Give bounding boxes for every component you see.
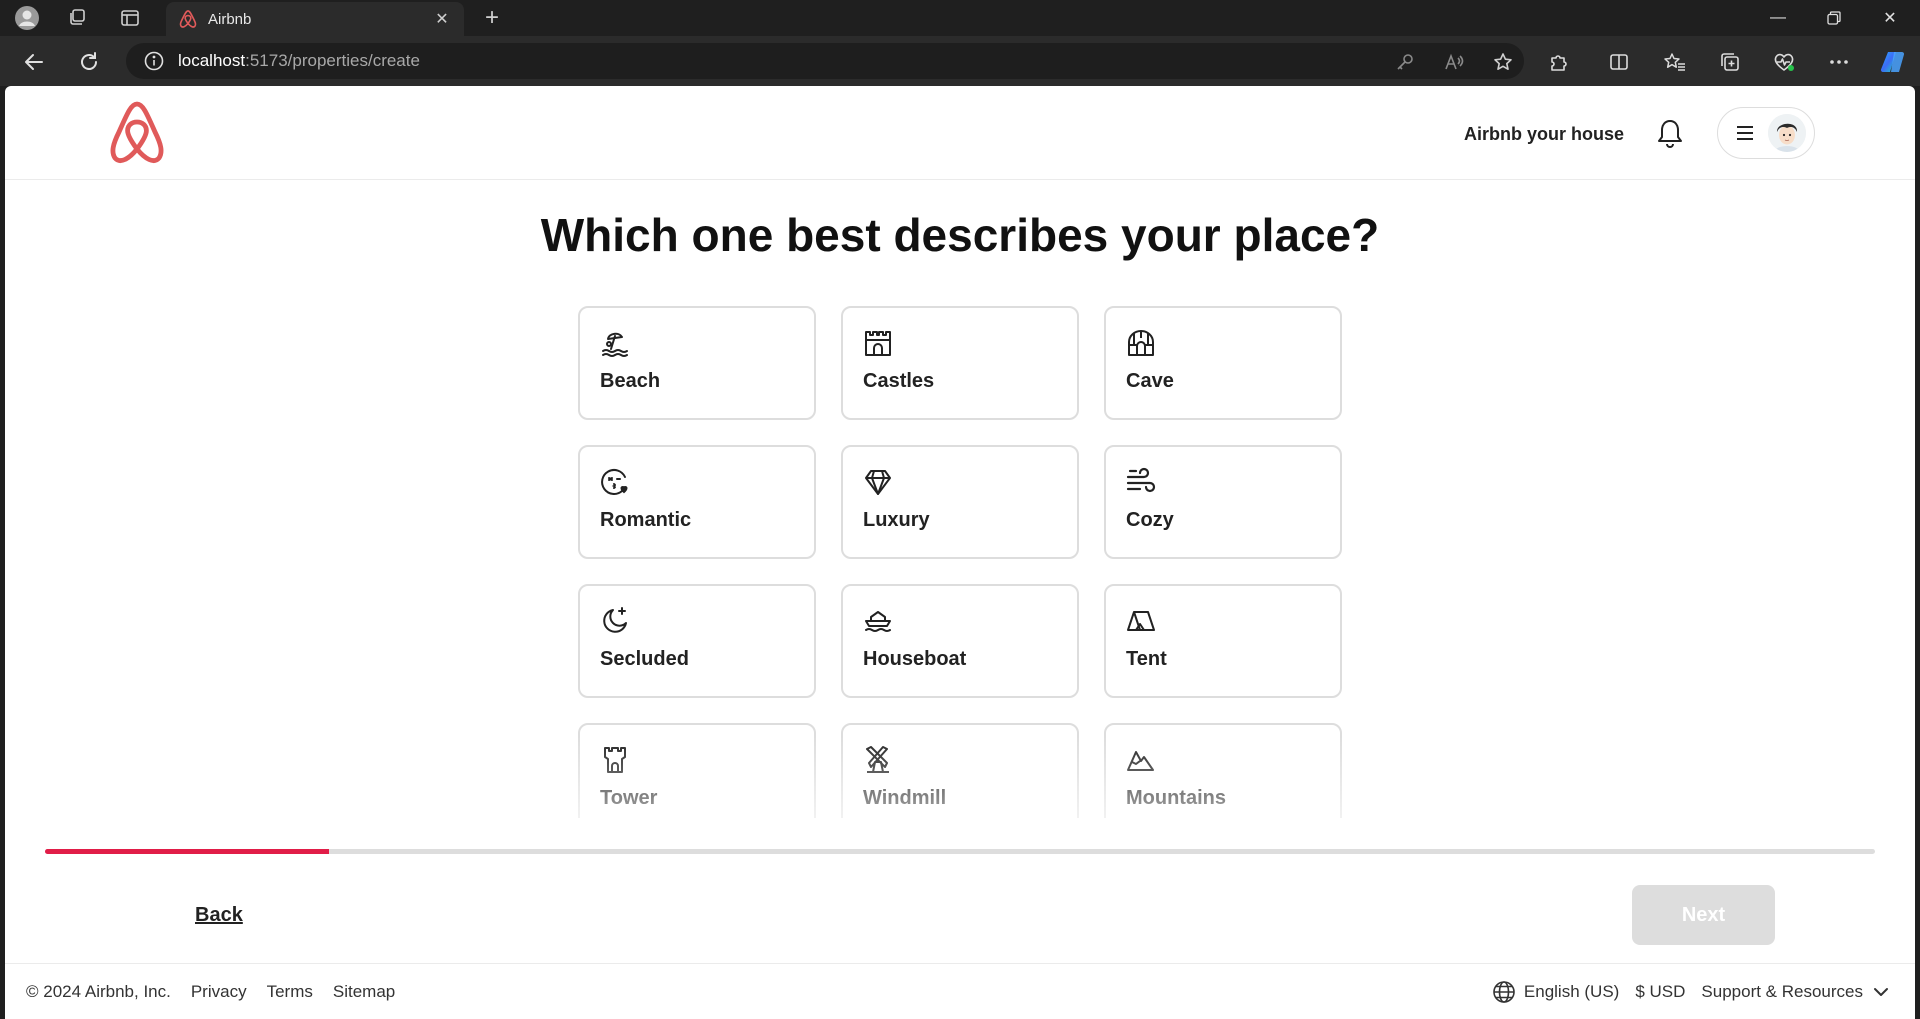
tower-icon (604, 747, 626, 773)
workspaces-icon[interactable] (62, 4, 92, 32)
wind-icon (1126, 467, 1156, 493)
browser-toolbar: localhost:5173/properties/create (0, 36, 1920, 86)
category-label: Cave (1126, 370, 1174, 392)
category-label: Beach (600, 370, 661, 392)
site-header: Airbnb your house (5, 86, 1915, 180)
tab-actions-icon[interactable] (115, 4, 145, 32)
category-label: Castles (863, 370, 935, 392)
footer-link-terms[interactable]: Terms (267, 982, 313, 1002)
password-key-icon[interactable] (1392, 49, 1418, 75)
favorites-icon[interactable] (1659, 46, 1691, 78)
category-card-tent[interactable]: Tent (1104, 584, 1342, 698)
copilot-icon[interactable] (1877, 46, 1909, 78)
copyright-text: © 2024 Airbnb, Inc. (26, 981, 171, 1001)
url-path: :5173/properties/create (245, 51, 420, 70)
tab-title: Airbnb (208, 10, 252, 28)
castle-icon (865, 331, 891, 356)
profile-icon[interactable] (12, 4, 42, 32)
split-screen-icon[interactable] (1603, 46, 1635, 78)
progress-bar (45, 849, 1875, 854)
browser-essentials-icon[interactable] (1768, 46, 1800, 78)
read-aloud-icon[interactable] (1441, 49, 1467, 75)
collections-icon[interactable] (1714, 46, 1746, 78)
close-tab-icon[interactable]: ✕ (432, 9, 452, 29)
browser-tab-bar: Airbnb ✕ + — ✕ (0, 0, 1920, 36)
category-card-secluded[interactable]: Secluded (578, 584, 816, 698)
category-card-tower[interactable]: Tower (578, 723, 816, 818)
favorite-star-icon[interactable] (1490, 49, 1516, 75)
mountains-icon (1127, 751, 1154, 771)
category-card-romantic[interactable]: Romantic (578, 445, 816, 559)
category-grid-viewport[interactable]: Beach Castles Cave Romantic Luxury Cozy (578, 306, 1344, 818)
more-options-icon[interactable] (1823, 46, 1855, 78)
extensions-icon[interactable] (1543, 46, 1575, 78)
footer-link-privacy[interactable]: Privacy (191, 982, 247, 1002)
category-card-luxury[interactable]: Luxury (841, 445, 1079, 559)
diamond-icon (865, 470, 891, 495)
new-tab-button[interactable]: + (478, 4, 506, 32)
chevron-down-icon (1874, 987, 1888, 996)
notification-bell-icon[interactable] (1656, 118, 1684, 153)
moon-icon (603, 607, 627, 633)
category-label: Luxury (863, 509, 930, 531)
url-host: localhost (178, 51, 246, 70)
category-grid: Beach Castles Cave Romantic Luxury Cozy (578, 306, 1342, 818)
support-label: Support & Resources (1701, 981, 1863, 1001)
progress-bar-fill (45, 849, 329, 854)
support-resources-dropdown[interactable]: Support & Resources (1701, 982, 1889, 1002)
restore-window-icon[interactable] (1806, 2, 1862, 34)
category-label: Mountains (1126, 787, 1226, 809)
back-link[interactable]: Back (195, 904, 243, 927)
airbnb-favicon-icon (179, 10, 197, 28)
minimize-window-icon[interactable]: — (1750, 2, 1806, 34)
avatar (1768, 114, 1806, 152)
page-title: Which one best describes your place? (540, 209, 1380, 261)
category-card-windmill[interactable]: Windmill (841, 723, 1079, 818)
category-card-castles[interactable]: Castles (841, 306, 1079, 420)
cave-icon (1128, 330, 1154, 356)
category-card-mountains[interactable]: Mountains (1104, 723, 1342, 818)
language-selector[interactable]: English (US) (1492, 980, 1619, 1004)
airbnb-logo-icon[interactable] (105, 100, 169, 171)
next-button[interactable]: Next (1632, 885, 1775, 945)
category-label: Tower (600, 787, 658, 809)
site-info-icon[interactable] (144, 51, 164, 71)
globe-icon (1493, 980, 1515, 1003)
windmill-icon (866, 746, 889, 773)
close-window-icon[interactable]: ✕ (1862, 2, 1918, 34)
tent-icon (1127, 611, 1155, 631)
category-card-cave[interactable]: Cave (1104, 306, 1342, 420)
address-bar[interactable]: localhost:5173/properties/create (126, 43, 1524, 79)
category-card-beach[interactable]: Beach (578, 306, 816, 420)
beach-icon (602, 332, 628, 357)
category-label: Romantic (600, 509, 692, 531)
reload-icon[interactable] (73, 46, 105, 78)
browser-tab-airbnb[interactable]: Airbnb ✕ (166, 2, 464, 36)
language-label: English (US) (1523, 981, 1620, 1001)
back-arrow-icon[interactable] (18, 46, 50, 78)
kiss-face-icon (601, 468, 628, 495)
category-label: Houseboat (863, 648, 967, 670)
page-viewport: Airbnb your house Which one best describ… (5, 86, 1915, 1019)
site-footer: © 2024 Airbnb, Inc. Privacy Terms Sitema… (5, 963, 1915, 1019)
category-label: Tent (1126, 648, 1167, 670)
airbnb-your-house-link[interactable]: Airbnb your house (1464, 124, 1624, 145)
category-label: Secluded (600, 648, 689, 670)
category-card-cozy[interactable]: Cozy (1104, 445, 1342, 559)
category-label: Windmill (863, 787, 947, 809)
houseboat-icon (865, 611, 891, 632)
hamburger-menu-icon (1737, 126, 1753, 140)
category-label: Cozy (1126, 509, 1174, 531)
category-card-houseboat[interactable]: Houseboat (841, 584, 1079, 698)
user-menu-button[interactable] (1717, 107, 1815, 159)
currency-selector[interactable]: $ USD (1635, 982, 1685, 1002)
footer-link-sitemap[interactable]: Sitemap (333, 982, 395, 1002)
